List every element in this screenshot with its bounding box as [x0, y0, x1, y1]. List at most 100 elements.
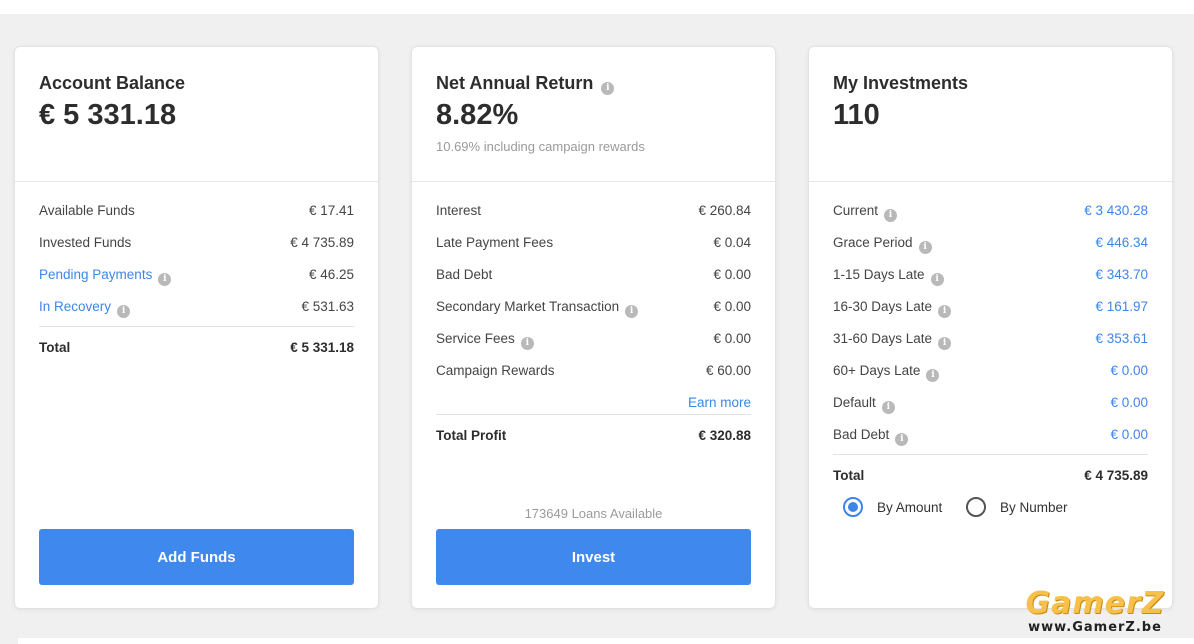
late-16-30-label: 16-30 Days Late [833, 299, 933, 314]
info-icon[interactable]: i [117, 305, 131, 318]
investments-total-row: Total € 4 735.89 [833, 466, 1148, 486]
available-funds-row: Available Funds € 17.41 [39, 201, 354, 221]
bad-debt-investments-wrap: Bad Debt i [833, 427, 909, 446]
interest-label: Interest [436, 203, 482, 218]
late-1-15-row[interactable]: 1-15 Days Late i € 343.70 [833, 265, 1148, 286]
pending-payments-wrap: Pending Payments i [39, 267, 172, 286]
gamerz-url: www.GamerZ.be [1028, 620, 1162, 635]
net-annual-return-card: Net Annual Return i 8.82% 10.69% includin… [411, 46, 776, 609]
invest-button[interactable]: Invest [436, 529, 751, 585]
total-profit-value: € 320.88 [698, 428, 751, 443]
account-balance-value: € 5 331.18 [39, 99, 177, 131]
late-31-60-wrap: 31-60 Days Late i [833, 331, 952, 350]
invested-funds-label: Invested Funds [39, 235, 132, 250]
gamerz-watermark: GamerZ www.GamerZ.be [1005, 586, 1185, 636]
pending-payments-value: € 46.25 [308, 267, 354, 282]
late-31-60-value[interactable]: € 353.61 [1095, 331, 1148, 346]
late-16-30-row[interactable]: 16-30 Days Late i € 161.97 [833, 297, 1148, 318]
info-icon[interactable]: i [884, 209, 898, 222]
grace-period-label: Grace Period [833, 235, 913, 250]
gamerz-logo: GamerZ [1025, 586, 1165, 621]
in-recovery-value: € 531.63 [301, 299, 354, 314]
info-icon[interactable]: i [895, 433, 909, 446]
info-icon[interactable]: i [881, 401, 895, 414]
late-31-60-row[interactable]: 31-60 Days Late i € 353.61 [833, 329, 1148, 350]
secondary-market-label: Secondary Market Transaction [436, 299, 620, 314]
pending-payments-link[interactable]: Pending Payments [39, 267, 152, 282]
info-icon[interactable]: i [938, 305, 952, 318]
current-label: Current [833, 203, 879, 218]
default-wrap: Default i [833, 395, 895, 414]
default-row[interactable]: Default i € 0.00 [833, 393, 1148, 414]
info-icon[interactable]: i [938, 337, 952, 350]
bottom-bar [18, 638, 1194, 644]
account-balance-title: Account Balance [39, 73, 186, 93]
by-number-radio[interactable] [966, 497, 986, 517]
late-60-plus-value[interactable]: € 0.00 [1110, 363, 1148, 378]
late-31-60-label: 31-60 Days Late [833, 331, 933, 346]
bad-debt-row: Bad Debt € 0.00 [436, 265, 751, 285]
account-balance-header: Account Balance € 5 331.18 [15, 47, 378, 182]
by-amount-label[interactable]: By Amount [877, 500, 942, 515]
default-value[interactable]: € 0.00 [1110, 395, 1148, 410]
campaign-rewards-row: Campaign Rewards € 60.00 [436, 361, 751, 381]
investments-total-value: € 4 735.89 [1084, 468, 1148, 483]
bad-debt-investments-row[interactable]: Bad Debt i € 0.00 [833, 425, 1148, 446]
current-row[interactable]: Current i € 3 430.28 [833, 201, 1148, 222]
late-payment-fees-row: Late Payment Fees € 0.04 [436, 233, 751, 253]
by-amount-radio[interactable] [843, 497, 863, 517]
interest-value: € 260.84 [698, 203, 751, 218]
current-value[interactable]: € 3 430.28 [1084, 203, 1148, 218]
by-amount-option[interactable]: By Amount [843, 497, 942, 517]
current-wrap: Current i [833, 203, 898, 222]
divider [436, 414, 751, 415]
in-recovery-wrap: In Recovery i [39, 299, 131, 318]
info-icon[interactable]: i [926, 369, 940, 382]
late-1-15-value[interactable]: € 343.70 [1095, 267, 1148, 282]
grace-period-value[interactable]: € 446.34 [1095, 235, 1148, 250]
bad-debt-label: Bad Debt [436, 267, 493, 282]
service-fees-label: Service Fees [436, 331, 515, 346]
late-payment-fees-label: Late Payment Fees [436, 235, 554, 250]
info-icon[interactable]: i [625, 305, 639, 318]
available-funds-value: € 17.41 [308, 203, 354, 218]
late-16-30-value[interactable]: € 161.97 [1095, 299, 1148, 314]
secondary-market-row: Secondary Market Transaction i € 0.00 [436, 297, 751, 318]
net-annual-return-value: 8.82% [436, 99, 519, 131]
balance-total-label: Total [39, 340, 71, 355]
in-recovery-link[interactable]: In Recovery [39, 299, 111, 314]
my-investments-count: 110 [833, 99, 880, 131]
by-number-label[interactable]: By Number [1000, 500, 1068, 515]
invested-funds-row: Invested Funds € 4 735.89 [39, 233, 354, 253]
late-60-plus-row[interactable]: 60+ Days Late i € 0.00 [833, 361, 1148, 382]
service-fees-row: Service Fees i € 0.00 [436, 329, 751, 350]
grace-period-row[interactable]: Grace Period i € 446.34 [833, 233, 1148, 254]
earn-more-link[interactable]: Earn more [688, 395, 751, 410]
balance-total-value: € 5 331.18 [290, 340, 354, 355]
bad-debt-investments-value[interactable]: € 0.00 [1110, 427, 1148, 442]
by-number-option[interactable]: By Number [966, 497, 1068, 517]
invested-funds-value: € 4 735.89 [290, 235, 354, 250]
late-payment-fees-value: € 0.04 [713, 235, 751, 250]
add-funds-button[interactable]: Add Funds [39, 529, 354, 585]
net-annual-return-header: Net Annual Return i 8.82% 10.69% includin… [412, 47, 775, 182]
late-16-30-wrap: 16-30 Days Late i [833, 299, 952, 318]
campaign-rewards-value: € 60.00 [705, 363, 751, 378]
available-funds-label: Available Funds [39, 203, 135, 218]
info-icon[interactable]: i [930, 273, 944, 286]
interest-row: Interest € 260.84 [436, 201, 751, 221]
pending-payments-row: Pending Payments i € 46.25 [39, 265, 354, 286]
my-investments-title: My Investments [833, 73, 969, 93]
account-balance-card: Account Balance € 5 331.18 Available Fun… [14, 46, 379, 609]
info-icon[interactable]: i [601, 82, 615, 95]
divider [39, 326, 354, 327]
divider [833, 454, 1148, 455]
info-icon[interactable]: i [158, 273, 172, 286]
my-investments-card: My Investments 110 Current i € 3 430.28 G… [808, 46, 1173, 609]
net-annual-return-title: Net Annual Return [436, 73, 594, 93]
info-icon[interactable]: i [918, 241, 932, 254]
top-bar [0, 0, 1194, 14]
bad-debt-investments-label: Bad Debt [833, 427, 890, 442]
info-icon[interactable]: i [520, 337, 534, 350]
late-60-plus-label: 60+ Days Late [833, 363, 921, 378]
